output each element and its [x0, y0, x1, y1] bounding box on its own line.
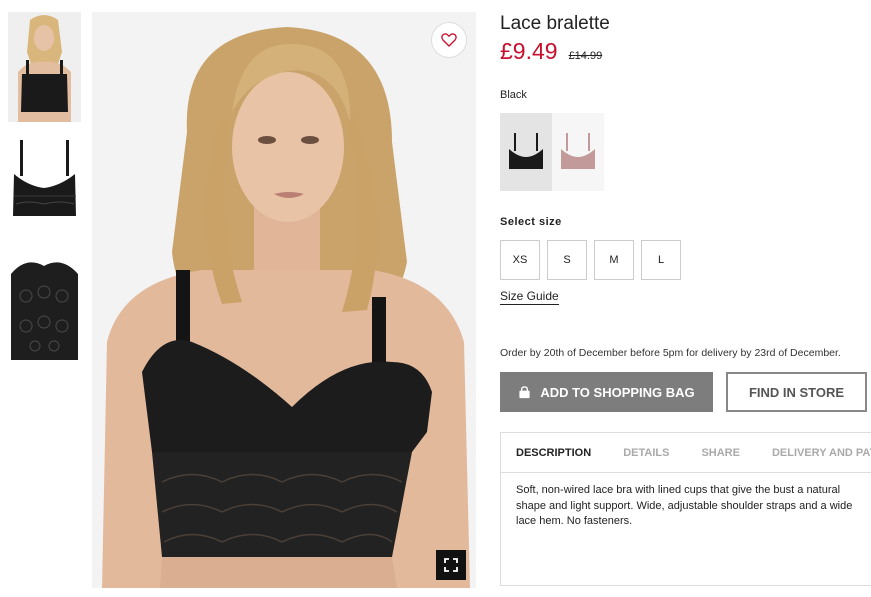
- selected-color-label: Black: [500, 89, 527, 101]
- tab-description[interactable]: DESCRIPTION: [516, 447, 591, 459]
- thumbnail-lace-detail[interactable]: [8, 256, 81, 366]
- product-tabs: DESCRIPTION DETAILS SHARE DELIVERY AND P…: [500, 432, 871, 586]
- delivery-note: Order by 20th of December before 5pm for…: [500, 347, 841, 359]
- current-price: £9.49: [500, 38, 558, 64]
- add-to-bag-label: ADD TO SHOPPING BAG: [540, 384, 695, 400]
- add-to-bag-button[interactable]: ADD TO SHOPPING BAG: [500, 372, 713, 412]
- thumbnail-model-photo[interactable]: [8, 12, 81, 122]
- tab-details[interactable]: DETAILS: [623, 447, 669, 459]
- tab-delivery-and-payment[interactable]: DELIVERY AND PAYMENT: [772, 447, 871, 459]
- tab-share[interactable]: SHARE: [701, 447, 740, 459]
- lace-detail-thumb-image: [8, 256, 81, 366]
- thumbnail-product-front[interactable]: [8, 134, 81, 244]
- product-front-thumb-image: [8, 134, 81, 244]
- product-title: Lace bralette: [500, 13, 610, 34]
- thumbnail-gallery: [8, 12, 81, 378]
- shopping-bag-icon: [519, 385, 530, 398]
- fullscreen-button[interactable]: [436, 550, 466, 580]
- color-swatch-black[interactable]: [500, 113, 552, 191]
- size-m-button[interactable]: M: [594, 240, 634, 280]
- select-size-label: Select size: [500, 216, 562, 228]
- size-l-button[interactable]: L: [641, 240, 681, 280]
- find-in-store-button[interactable]: FIND IN STORE: [726, 372, 867, 412]
- product-info-panel: Lace bralette £9.49 £14.99 Black Select …: [500, 12, 871, 586]
- color-swatches: [500, 113, 604, 191]
- main-product-image[interactable]: [92, 12, 476, 588]
- color-swatch-pink[interactable]: [552, 113, 604, 191]
- size-options: XS S M L: [500, 240, 688, 280]
- model-photo: [92, 12, 476, 588]
- size-xs-button[interactable]: XS: [500, 240, 540, 280]
- pink-bralette-swatch-image: [561, 133, 595, 169]
- size-guide-link[interactable]: Size Guide: [500, 289, 559, 305]
- tab-bar: DESCRIPTION DETAILS SHARE DELIVERY AND P…: [501, 433, 871, 473]
- favourite-button[interactable]: [431, 22, 467, 58]
- heart-icon: [441, 33, 457, 47]
- old-price: £14.99: [568, 50, 603, 62]
- size-s-button[interactable]: S: [547, 240, 587, 280]
- model-photo-thumb-image: [8, 12, 81, 122]
- black-bralette-swatch-image: [509, 133, 543, 169]
- description-text: Soft, non-wired lace bra with lined cups…: [516, 484, 853, 527]
- price-row: £9.49 £14.99: [500, 38, 871, 66]
- expand-icon: [444, 558, 458, 572]
